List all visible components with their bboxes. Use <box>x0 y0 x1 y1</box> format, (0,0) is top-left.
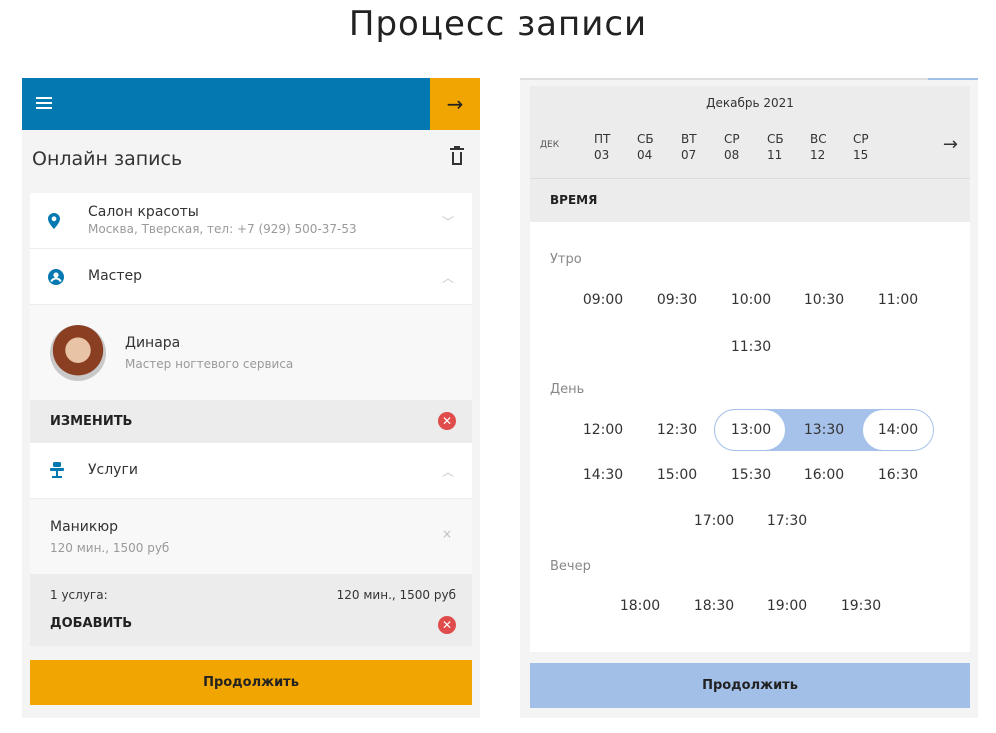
salon-label: Салон красоты <box>88 204 199 220</box>
time-label: ВРЕМЯ <box>550 193 598 207</box>
services-label: Услуги <box>88 462 138 478</box>
time-slot[interactable]: 12:00 <box>568 410 638 450</box>
time-slot[interactable]: 09:30 <box>642 280 712 320</box>
day-date: 07 <box>681 148 697 162</box>
time-slots: Утро 09:00 09:30 10:00 10:30 11:00 11:30… <box>530 222 970 652</box>
time-slot-selected[interactable]: 13:30 <box>789 410 859 450</box>
remove-service-icon[interactable]: × <box>442 527 452 541</box>
time-slot[interactable]: 19:00 <box>752 586 822 626</box>
chevron-up-icon: ︿ <box>441 465 454 479</box>
day-item[interactable]: ВС 12 <box>810 131 827 163</box>
day-of-week: ПТ <box>594 132 611 146</box>
time-slot[interactable]: 11:00 <box>863 280 933 320</box>
time-slot[interactable]: 16:00 <box>789 455 859 495</box>
continue-button[interactable]: Продолжить <box>30 660 472 705</box>
services-total: 120 мин., 1500 руб <box>336 588 456 602</box>
change-button[interactable]: ИЗМЕНИТЬ <box>50 414 132 429</box>
time-slot[interactable]: 10:00 <box>716 280 786 320</box>
divider <box>520 78 950 80</box>
day-of-week: ВТ <box>681 132 697 146</box>
remove-master-icon[interactable]: ✕ <box>438 412 456 430</box>
online-booking-title: Онлайн запись <box>32 148 183 170</box>
divider-accent <box>928 78 978 80</box>
remove-icon[interactable]: ✕ <box>438 616 456 634</box>
day-date: 08 <box>724 148 740 162</box>
page-title: Процесс записи <box>348 4 648 44</box>
period-morning: Утро <box>550 252 582 267</box>
time-slot[interactable]: 18:00 <box>605 586 675 626</box>
time-slot[interactable]: 18:30 <box>679 586 749 626</box>
day-date: 04 <box>637 148 653 162</box>
services-count: 1 услуга: <box>50 588 108 602</box>
time-slot[interactable]: 11:30 <box>716 327 786 367</box>
day-date: 11 <box>767 148 783 162</box>
time-slot[interactable]: 10:30 <box>789 280 859 320</box>
salon-address: Москва, Тверская, тел: +7 (929) 500-37-5… <box>88 222 357 236</box>
time-section-header: ВРЕМЯ <box>530 178 970 222</box>
time-slot[interactable]: 15:30 <box>716 455 786 495</box>
day-of-week: ВС <box>810 132 827 146</box>
month-short-label: ДЕК <box>540 140 560 150</box>
service-item: Маникюр 120 мин., 1500 руб × <box>30 499 472 574</box>
day-date: 15 <box>853 148 869 162</box>
day-item[interactable]: СБ 11 <box>767 131 784 163</box>
master-role: Мастер ногтевого сервиса <box>125 357 294 371</box>
day-date: 12 <box>810 148 826 162</box>
service-name: Маникюр <box>50 519 119 535</box>
day-item[interactable]: ПТ 03 <box>594 131 610 163</box>
salon-row[interactable]: Салон красоты Москва, Тверская, тел: +7 … <box>30 193 472 249</box>
next-arrow-button[interactable]: → <box>430 78 480 130</box>
master-name: Динара <box>125 335 181 351</box>
location-pin-icon <box>48 213 60 229</box>
day-of-week: СР <box>853 132 869 146</box>
time-slot[interactable]: 15:00 <box>642 455 712 495</box>
continue-button[interactable]: Продолжить <box>530 663 970 708</box>
time-slot[interactable]: 19:30 <box>826 586 896 626</box>
barber-chair-icon <box>50 462 64 478</box>
day-of-week: СБ <box>637 132 654 146</box>
time-selection-panel: Декабрь 2021 ДЕК ПТ 03 СБ 04 ВТ 07 СР 08 СБ 1… <box>520 78 978 718</box>
time-slot[interactable]: 14:30 <box>568 455 638 495</box>
time-slot-selected[interactable]: 13:00 <box>716 410 786 450</box>
time-slot[interactable]: 16:30 <box>863 455 933 495</box>
day-of-week: СР <box>724 132 740 146</box>
period-evening: Вечер <box>550 559 591 574</box>
time-slot[interactable]: 12:30 <box>642 410 712 450</box>
time-slot[interactable]: 09:00 <box>568 280 638 320</box>
add-service-button[interactable]: ДОБАВИТЬ <box>50 616 132 631</box>
master-label: Мастер <box>88 268 143 284</box>
master-avatar <box>50 325 106 381</box>
master-section-row[interactable]: Мастер ︿ <box>30 249 472 305</box>
time-slot-selected[interactable]: 14:00 <box>863 410 933 450</box>
day-item[interactable]: СР 08 <box>724 131 740 163</box>
service-details: 120 мин., 1500 руб <box>50 541 170 555</box>
services-section-row[interactable]: Услуги ︿ <box>30 443 472 499</box>
time-slot[interactable]: 17:00 <box>679 501 749 541</box>
chevron-up-icon: ︿ <box>441 271 454 285</box>
day-item[interactable]: ВТ 07 <box>681 131 697 163</box>
day-item[interactable]: СР 15 <box>853 131 869 163</box>
time-slot[interactable]: 17:30 <box>752 501 822 541</box>
day-item[interactable]: СБ 04 <box>637 131 654 163</box>
chevron-down-icon: ﹀ <box>441 215 454 229</box>
master-card: Динара Мастер ногтевого сервиса <box>30 305 472 400</box>
trash-icon[interactable] <box>450 146 464 166</box>
hamburger-menu-icon[interactable] <box>36 97 52 111</box>
booking-form-panel: → Онлайн запись Салон красоты Москва, Тв… <box>22 78 480 718</box>
day-of-week: СБ <box>767 132 784 146</box>
services-summary: 1 услуга: 120 мин., 1500 руб ДОБАВИТЬ ✕ <box>30 574 472 646</box>
next-days-arrow-icon[interactable]: → <box>943 134 958 155</box>
calendar-header: Декабрь 2021 ДЕК ПТ 03 СБ 04 ВТ 07 СР 08 СБ 1… <box>530 86 970 178</box>
change-master-bar: ИЗМЕНИТЬ ✕ <box>30 400 472 443</box>
period-day: День <box>550 382 585 397</box>
month-label: Декабрь 2021 <box>706 96 794 110</box>
top-bar: → <box>22 78 480 130</box>
user-circle-icon <box>48 269 64 285</box>
day-date: 03 <box>594 148 610 162</box>
